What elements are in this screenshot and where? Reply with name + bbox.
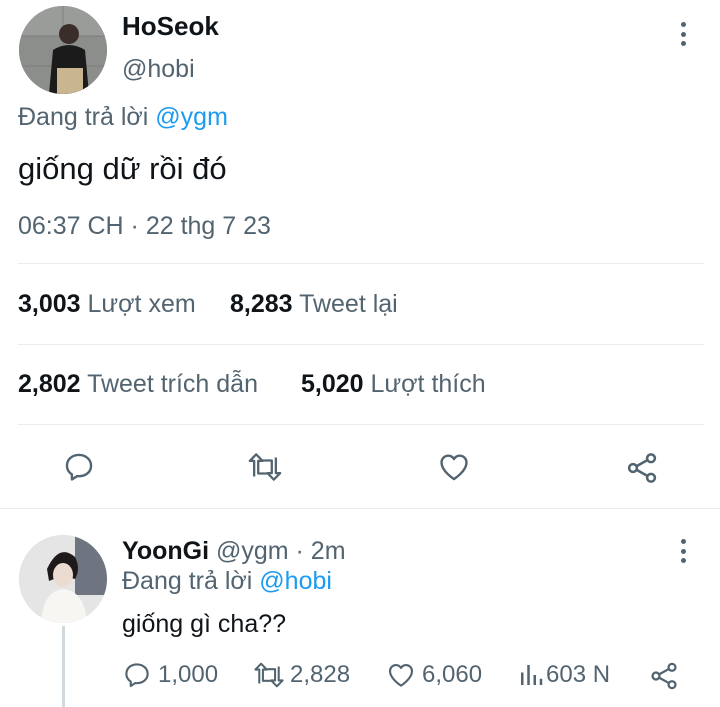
thread-line: [62, 626, 65, 707]
reply-like-button[interactable]: 6,060: [386, 660, 482, 690]
reply-author-handle-time[interactable]: @ygm · 2m: [216, 537, 346, 565]
more-options-icon[interactable]: [679, 22, 687, 46]
retweet-icon: [254, 662, 284, 688]
reply-icon[interactable]: [62, 450, 96, 484]
stats-row-1: 3,003 Lượt xem: [18, 290, 196, 319]
views-count: 603 N: [546, 661, 611, 688]
tweet-text: giống dữ rồi đó: [18, 151, 227, 186]
retweet-count: 2,828: [290, 661, 351, 688]
reply-share-icon[interactable]: [648, 660, 680, 692]
reply-text: giống gì cha??: [122, 610, 287, 638]
replying-to-handle[interactable]: @ygm: [155, 103, 228, 131]
quotes-label: Tweet trích dẫn: [87, 370, 258, 398]
retweets-stat[interactable]: 8,283 Tweet lại: [230, 290, 398, 319]
reply-replying-prefix: Đang trả lời: [122, 567, 253, 595]
retweets-count: 8,283: [230, 290, 293, 318]
replying-to-line: Đang trả lời @ygm: [18, 103, 228, 132]
likes-label: Lượt thích: [370, 370, 486, 398]
quotes-stat[interactable]: 2,802 Tweet trích dẫn: [18, 370, 258, 399]
reply-replying-to-handle[interactable]: @hobi: [259, 567, 332, 595]
avatar-hoseok[interactable]: [19, 6, 107, 94]
reply-views-button[interactable]: 603 N: [518, 660, 610, 690]
replying-prefix: Đang trả lời: [18, 103, 149, 131]
reply-retweet-button[interactable]: 2,828: [252, 660, 350, 690]
likes-count: 5,020: [301, 370, 364, 398]
avatar-image: [19, 535, 107, 623]
avatar-yoongi[interactable]: [19, 535, 107, 623]
retweet-icon[interactable]: [246, 450, 284, 484]
views-icon: [521, 665, 543, 685]
reply-more-options-icon[interactable]: [679, 539, 687, 563]
like-icon: [388, 663, 414, 687]
views-label: Lượt xem: [87, 290, 196, 318]
divider: [18, 263, 704, 264]
avatar-image: [19, 6, 107, 94]
author-name[interactable]: HoSeok: [122, 11, 219, 42]
tweet-timestamp[interactable]: 06:37 CH · 22 thg 7 23: [18, 212, 271, 241]
retweets-label: Tweet lại: [299, 290, 398, 318]
divider: [18, 344, 704, 345]
divider: [18, 424, 704, 425]
reply-icon: [125, 663, 149, 688]
reply-reply-button[interactable]: 1,000: [122, 660, 218, 690]
reply-header: YoonGi @ygm · 2m: [122, 537, 346, 566]
reply-author-name[interactable]: YoonGi: [122, 537, 209, 565]
likes-stat[interactable]: 5,020 Lượt thích: [301, 370, 486, 399]
author-handle[interactable]: @hobi: [122, 55, 195, 84]
views-count: 3,003: [18, 290, 81, 318]
share-icon[interactable]: [624, 450, 660, 486]
like-icon[interactable]: [437, 450, 471, 484]
reply-count: 1,000: [158, 661, 219, 688]
like-count: 6,060: [422, 661, 483, 688]
quotes-count: 2,802: [18, 370, 81, 398]
reply-replying-to-line: Đang trả lời @hobi: [122, 567, 332, 596]
divider: [0, 508, 720, 509]
